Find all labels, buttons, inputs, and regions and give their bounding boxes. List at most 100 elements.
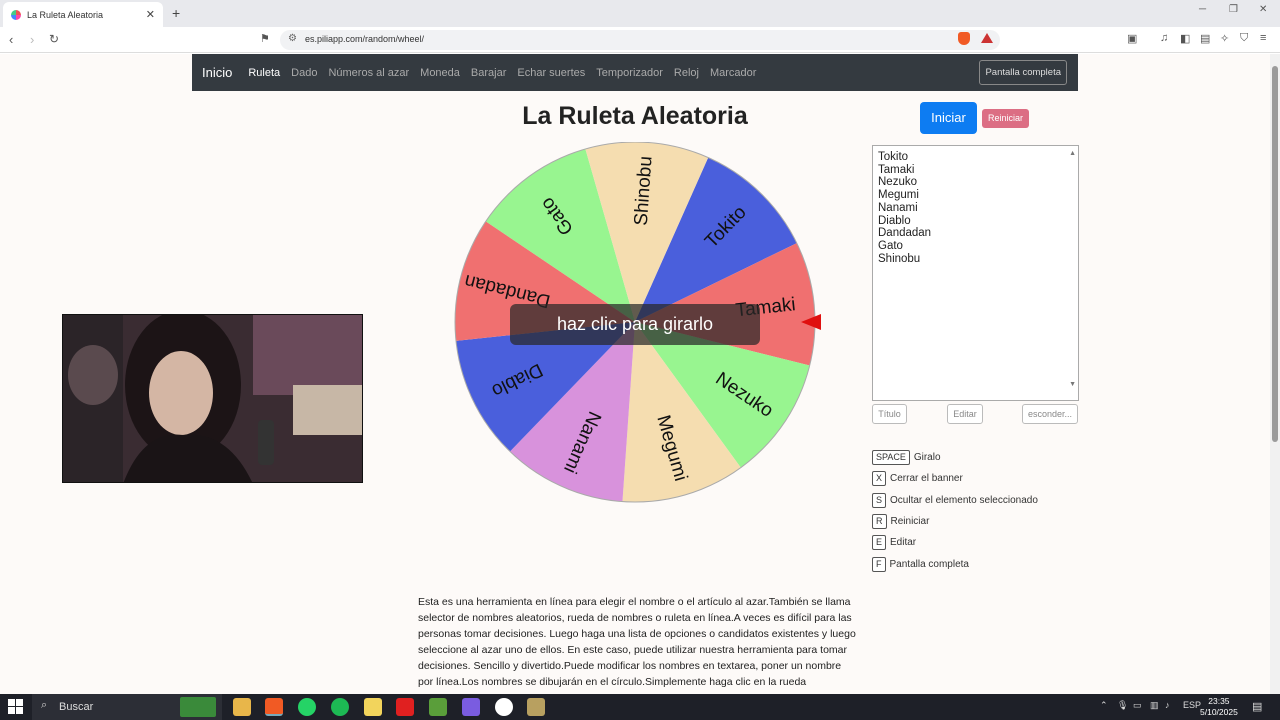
notifications-icon[interactable]: ▤ xyxy=(1252,700,1262,713)
webcam-overlay xyxy=(62,314,363,483)
nav-link-numeros[interactable]: Números al azar xyxy=(328,67,409,79)
shortcut-row: R Reiniciar xyxy=(872,513,930,529)
vpn-icon[interactable]: ⛉ xyxy=(1240,32,1248,45)
url-text: es.piliapp.com/random/wheel/ xyxy=(305,34,425,44)
webcam-image xyxy=(63,315,362,482)
nav-link-temporizador[interactable]: Temporizador xyxy=(596,67,663,79)
hide-button[interactable]: esconder... xyxy=(1022,404,1078,424)
search-label: Buscar xyxy=(59,701,94,713)
display-icon[interactable]: ▭ xyxy=(1133,700,1142,711)
shortcut-label: Pantalla completa xyxy=(889,558,970,570)
cast-icon[interactable]: ▣ xyxy=(1127,32,1137,45)
site-settings-icon[interactable]: ⚙ xyxy=(288,33,297,44)
reload-icon[interactable]: ↻ xyxy=(49,32,59,46)
shortcut-label: Giralo xyxy=(913,452,941,463)
names-list-item: Megumi xyxy=(878,189,919,202)
shortcut-label: Cerrar el banner xyxy=(890,473,963,485)
media-icon[interactable]: ♫ xyxy=(1160,32,1168,44)
clock-time: 23:35 xyxy=(1208,696,1230,706)
nav-link-moneda[interactable]: Moneda xyxy=(420,67,460,79)
clock-date: 5/10/2025 xyxy=(1200,707,1238,717)
shortcut-row: SPACE Giralo xyxy=(872,450,941,465)
leo-ai-icon[interactable]: ✧ xyxy=(1220,32,1229,45)
brave-shield-icon[interactable] xyxy=(958,32,970,45)
close-tab-icon[interactable]: ✕ xyxy=(146,8,155,21)
wallet-icon[interactable]: ▤ xyxy=(1200,32,1210,45)
shortcut-key: S xyxy=(872,492,887,508)
shortcut-row: E Editar xyxy=(872,535,917,551)
nav-link-marcador[interactable]: Marcador xyxy=(710,67,756,79)
shortcut-key: E xyxy=(872,535,887,551)
shortcut-key: SPACE xyxy=(872,450,910,465)
url-field[interactable]: ⚙ es.piliapp.com/random/wheel/ xyxy=(280,30,1000,50)
names-list-item: Shinobu xyxy=(878,252,921,265)
page-scrollbar[interactable] xyxy=(1270,54,1280,694)
close-window-icon[interactable]: ✕ xyxy=(1259,4,1267,15)
names-list-item: Nezuko xyxy=(878,176,917,189)
discord-icon[interactable] xyxy=(462,698,480,716)
maximize-icon[interactable]: ❐ xyxy=(1229,4,1238,15)
file-explorer-icon[interactable] xyxy=(233,698,251,716)
shortcut-row: S Ocultar el elemento seleccionado xyxy=(872,492,1038,508)
menu-icon[interactable]: ≡ xyxy=(1260,32,1266,44)
windows-start-icon[interactable] xyxy=(8,699,23,714)
search-icon: ⌕ xyxy=(41,699,48,711)
game-launcher-icon[interactable] xyxy=(527,698,545,716)
shortcut-key: F xyxy=(872,556,886,572)
nav-link-barajar[interactable]: Barajar xyxy=(471,67,506,79)
nav-link-echar-suertes[interactable]: Echar suertes xyxy=(517,67,585,79)
nav-brand-home[interactable]: Inicio xyxy=(202,65,232,80)
sidebar-icon[interactable]: ◧ xyxy=(1180,32,1190,45)
page-title: La Ruleta Aleatoria xyxy=(522,102,748,130)
shortcut-label: Editar xyxy=(890,537,917,549)
description-text: Esta es una herramienta en línea para el… xyxy=(418,596,856,688)
forward-icon[interactable]: › xyxy=(30,32,34,47)
taskbar-search[interactable]: ⌕ Buscar xyxy=(32,694,222,720)
names-list-item: Tokito xyxy=(878,151,909,163)
back-icon[interactable]: ‹ xyxy=(9,32,13,47)
shortcut-label: Ocultar el elemento seleccionado xyxy=(890,494,1038,506)
spin-prompt[interactable]: haz clic para girarlo xyxy=(510,304,760,345)
browser-tab[interactable]: La Ruleta Aleatoria ✕ xyxy=(3,2,163,27)
notes-app-icon[interactable] xyxy=(364,698,382,716)
brave-browser-icon[interactable] xyxy=(265,698,283,716)
scroll-up-icon[interactable]: ▲ xyxy=(1069,148,1076,161)
scroll-down-icon[interactable]: ▼ xyxy=(1069,379,1076,392)
scrollbar-thumb[interactable] xyxy=(1272,66,1278,442)
title-button[interactable]: Título xyxy=(872,404,907,424)
new-tab-button[interactable]: + xyxy=(172,5,180,21)
brave-rewards-icon[interactable] xyxy=(981,33,993,43)
names-textarea[interactable]: Tokito Tamaki Nezuko Megumi Nanami Diablo Dand… xyxy=(872,145,1079,401)
minecraft-icon[interactable] xyxy=(429,698,447,716)
tray-chevron-icon[interactable]: ⌃ xyxy=(1100,700,1108,711)
spotify-icon[interactable] xyxy=(331,698,349,716)
edit-button[interactable]: Editar xyxy=(947,404,983,424)
microphone-icon[interactable]: 🎙 xyxy=(1117,700,1128,711)
bookmark-icon[interactable]: ⚑ xyxy=(260,32,270,45)
nav-link-ruleta[interactable]: Ruleta xyxy=(248,67,280,79)
system-clock[interactable]: 23:35 5/10/2025 xyxy=(1200,696,1238,718)
tab-title: La Ruleta Aleatoria xyxy=(27,9,104,20)
nav-link-dado[interactable]: Dado xyxy=(291,67,317,79)
nav-link-reloj[interactable]: Reloj xyxy=(674,67,699,79)
tf-app-icon[interactable] xyxy=(396,698,414,716)
site-favicon-icon xyxy=(11,9,21,20)
names-list: Tokito Tamaki Nezuko Megumi Nanami Diablo Dand… xyxy=(878,151,1073,265)
minimize-icon[interactable]: ─ xyxy=(1199,4,1206,15)
language-indicator[interactable]: ESP xyxy=(1183,700,1201,710)
start-button[interactable]: Iniciar xyxy=(920,102,977,134)
reset-button[interactable]: Reiniciar xyxy=(982,109,1029,128)
shortcut-key: X xyxy=(872,471,887,487)
whatsapp-icon[interactable] xyxy=(298,698,316,716)
shortcut-label: Reiniciar xyxy=(890,515,930,527)
address-bar: ‹ › ↻ ⚑ ⚙ es.piliapp.com/random/wheel/ xyxy=(0,27,1280,53)
network-icon[interactable]: ▥ xyxy=(1150,700,1159,711)
names-list-item: Nanami xyxy=(878,201,918,214)
volume-icon[interactable]: ♪ xyxy=(1165,700,1170,710)
browser-tab-bar: La Ruleta Aleatoria ✕ + ─ ❐ ✕ xyxy=(0,0,1280,27)
names-list-item: Tamaki xyxy=(878,163,915,176)
names-list-item: Diablo xyxy=(878,214,911,227)
windows-taskbar: ⌕ Buscar ⌃ 🎙 ▭ ▥ ♪ ESP 23:35 5/10/2025 ▤ xyxy=(0,694,1280,720)
obs-icon[interactable] xyxy=(495,698,513,716)
fullscreen-button[interactable]: Pantalla completa xyxy=(979,60,1067,85)
